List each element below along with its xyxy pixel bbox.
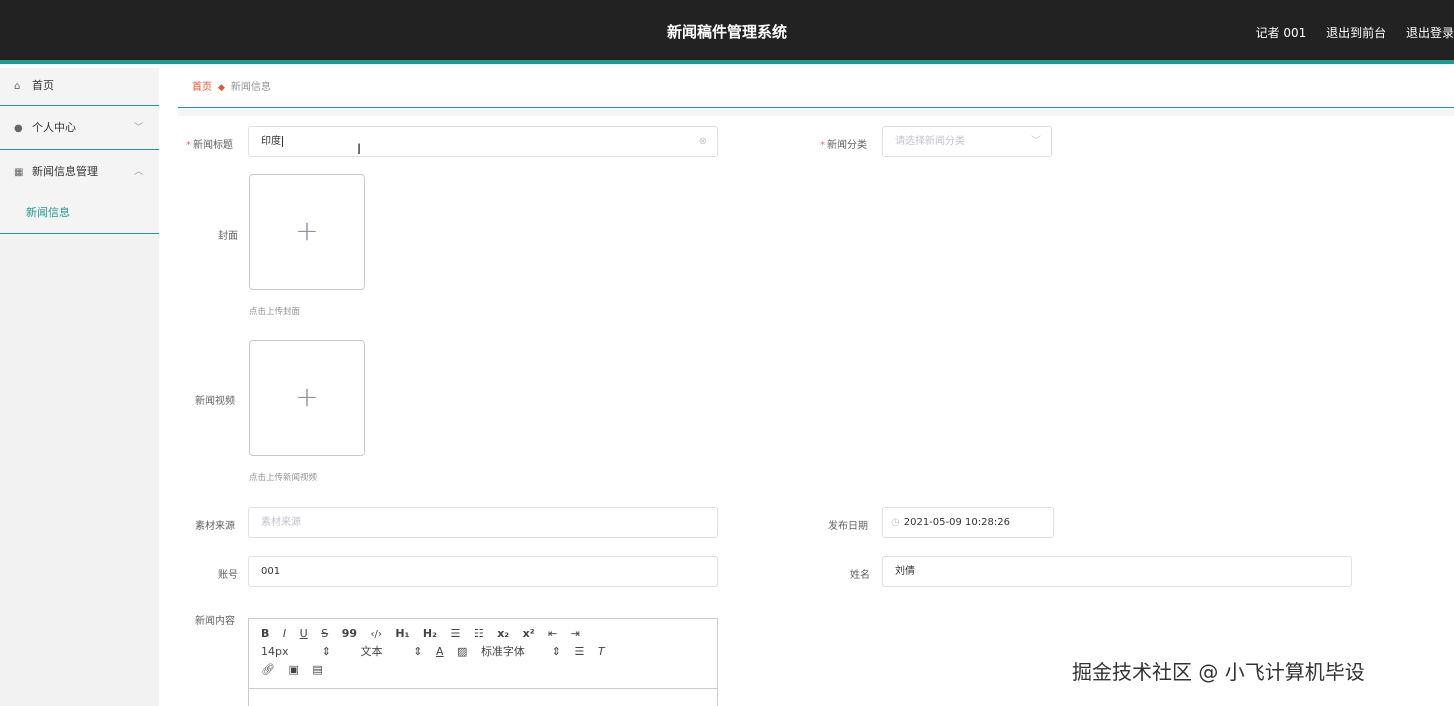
- font-color-button[interactable]: A: [436, 643, 444, 661]
- editor-toolbar: B I U S 99 ‹/› H₁ H₂ ☰ ☷ x₂ x² ⇤ ⇥ 14px ⇕…: [249, 619, 717, 689]
- date-label: 发布日期: [828, 521, 868, 532]
- title-input[interactable]: 印度 ⊗: [248, 126, 718, 157]
- cover-label: 封面: [218, 231, 238, 242]
- sidebar-item-label: 新闻信息管理: [32, 165, 98, 178]
- sidebar-item-personal-center[interactable]: ● 个人中心 ﹀: [0, 106, 159, 150]
- user-icon: ●: [14, 123, 23, 134]
- date-picker[interactable]: ◷ 2021-05-09 10:28:26: [882, 507, 1054, 538]
- editor-toolbar-row-2: 14px ⇕ 文本 ⇕ A ▨ 标准字体 ⇕ ☰ T: [261, 643, 705, 661]
- editor-toolbar-row-1: B I U S 99 ‹/› H₁ H₂ ☰ ☷ x₂ x² ⇤ ⇥: [261, 625, 705, 643]
- clear-icon[interactable]: ⊗: [699, 127, 707, 156]
- title-input-value: 印度: [261, 136, 281, 147]
- app-title: 新闻稿件管理系统: [666, 23, 787, 41]
- clear-format-button[interactable]: T: [598, 643, 605, 661]
- home-icon: ⌂: [14, 81, 21, 92]
- bullet-list-button[interactable]: ☷: [474, 625, 484, 643]
- ordered-list-button[interactable]: ☰: [450, 625, 460, 643]
- sidebar-item-news-management[interactable]: ▦ 新闻信息管理 ︿: [0, 150, 159, 194]
- sidebar-item-label: 首页: [32, 79, 54, 92]
- sidebar: ⌂ 首页 ● 个人中心 ﹀ ▦ 新闻信息管理 ︿ 新闻信息: [0, 68, 159, 706]
- align-button[interactable]: ☰: [574, 643, 584, 661]
- back-to-front-link[interactable]: 退出到前台: [1326, 26, 1386, 40]
- account-input[interactable]: 001: [248, 556, 718, 587]
- current-user: 记者 001: [1255, 26, 1307, 40]
- header1-button[interactable]: H₁: [395, 625, 409, 643]
- content-label: 新闻内容: [195, 616, 235, 627]
- font-family-select[interactable]: 标准字体 ⇕: [481, 643, 561, 661]
- text-cursor-icon: I: [357, 142, 362, 158]
- source-label: 素材来源: [195, 521, 235, 532]
- name-input[interactable]: 刘倩: [882, 556, 1352, 587]
- video-upload[interactable]: +: [249, 340, 365, 456]
- background-color-button[interactable]: ▨: [457, 643, 467, 661]
- code-block-button[interactable]: ‹/›: [371, 626, 382, 644]
- link-icon[interactable]: 🔗︎: [261, 661, 275, 679]
- blockquote-button[interactable]: 99: [342, 625, 357, 643]
- account-label: 账号: [218, 570, 238, 581]
- font-size-select[interactable]: 14px ⇕: [261, 643, 331, 661]
- video-upload-tip: 点击上传新闻视频: [249, 473, 318, 483]
- strike-button[interactable]: S: [321, 625, 328, 643]
- italic-button[interactable]: I: [283, 625, 286, 643]
- header-type-select[interactable]: 文本 ⇕: [345, 643, 423, 661]
- superscript-button[interactable]: x²: [523, 625, 535, 643]
- subscript-button[interactable]: x₂: [497, 625, 509, 643]
- sidebar-item-label: 个人中心: [32, 121, 76, 134]
- sidebar-subitem-news-info[interactable]: 新闻信息: [0, 194, 159, 234]
- indent-button[interactable]: ⇥: [571, 625, 580, 643]
- plus-icon: +: [295, 380, 319, 413]
- underline-button[interactable]: U: [300, 625, 308, 643]
- breadcrumb-current: 新闻信息: [230, 82, 271, 93]
- watermark: 掘金技术社区 @ 小飞计算机毕设: [1072, 660, 1365, 684]
- breadcrumb: 首页 ◆ 新闻信息: [178, 68, 1454, 108]
- sidebar-item-home[interactable]: ⌂ 首页: [0, 68, 159, 106]
- cover-upload-tip: 点击上传封面: [249, 307, 301, 317]
- video-label: 新闻视频: [195, 396, 235, 407]
- breadcrumb-separator-icon: ◆: [218, 83, 225, 93]
- clock-icon: ◷: [891, 517, 900, 528]
- cover-upload[interactable]: +: [249, 174, 365, 290]
- chevron-up-icon: ︿: [133, 167, 143, 177]
- text-caret: [282, 135, 283, 147]
- video-icon[interactable]: ▤: [312, 661, 322, 679]
- header-actions: 记者 001 退出到前台 退出登录: [1240, 24, 1454, 41]
- category-label: * 新闻分类: [820, 140, 867, 151]
- bold-button[interactable]: B: [261, 625, 269, 643]
- grid-icon: ▦: [14, 167, 24, 178]
- editor-toolbar-row-3: 🔗︎ ▣ ▤: [261, 661, 705, 679]
- plus-icon: +: [295, 214, 319, 247]
- chevron-down-icon: ﹀: [133, 123, 143, 133]
- content-divider: [178, 108, 1454, 116]
- chevron-down-icon: ﹀: [1031, 136, 1041, 147]
- rich-text-editor: B I U S 99 ‹/› H₁ H₂ ☰ ☷ x₂ x² ⇤ ⇥ 14px ⇕…: [248, 618, 718, 706]
- category-select[interactable]: 请选择新闻分类 ﹀: [882, 126, 1052, 157]
- title-label: * 新闻标题: [186, 140, 233, 151]
- image-icon[interactable]: ▣: [288, 661, 298, 679]
- top-navbar: 新闻稿件管理系统 记者 001 退出到前台 退出登录: [0, 0, 1454, 64]
- logout-link[interactable]: 退出登录: [1406, 26, 1454, 40]
- header2-button[interactable]: H₂: [423, 625, 437, 643]
- breadcrumb-home[interactable]: 首页: [192, 82, 212, 93]
- outdent-button[interactable]: ⇤: [548, 625, 557, 643]
- source-input[interactable]: 素材来源: [248, 507, 718, 538]
- name-label: 姓名: [850, 570, 870, 581]
